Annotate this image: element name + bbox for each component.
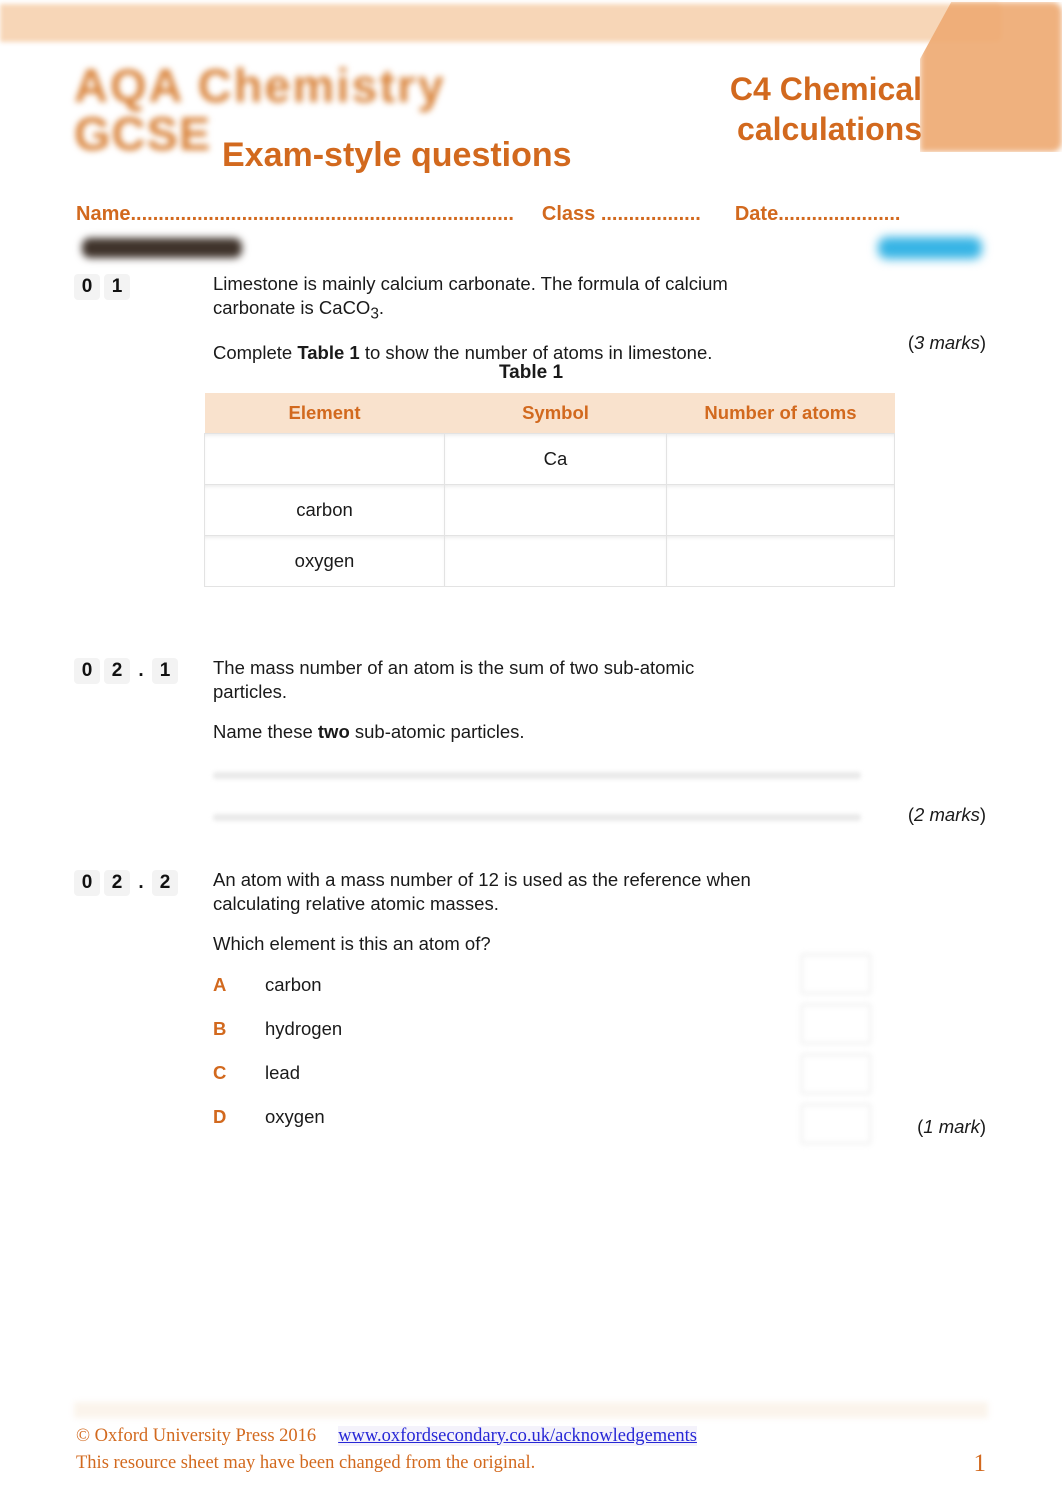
question-02-1-body: The mass number of an atom is the sum of… [213, 656, 813, 745]
page-title: C4 Chemical calculations [729, 71, 922, 147]
table1-cell-element[interactable]: carbon [204, 484, 445, 536]
instruction-post: to show the number of atoms in limestone… [359, 342, 713, 364]
redaction-mark-dark [82, 238, 242, 258]
qnum-digit: 1 [104, 274, 130, 300]
table1-col-element: Element [204, 393, 445, 434]
question-02-1-instruction: Name these two sub-atomic particles. [213, 720, 813, 744]
instruction-table-ref: Table 1 [297, 342, 360, 364]
question-01-stem: Limestone is mainly calcium carbonate. T… [213, 272, 813, 325]
table-row: Ca [204, 433, 895, 485]
header-decorative-band [0, 4, 1002, 42]
answer-checkbox[interactable] [801, 1004, 871, 1044]
option-letter-c: C [213, 1062, 227, 1083]
date-field-label[interactable]: Date...................... [735, 203, 901, 225]
table1-caption: Table 1 [498, 362, 564, 383]
question-01-stem-line2-post: . [378, 297, 385, 319]
option-letter-a: A [213, 974, 227, 995]
table1-col-atoms: Number of atoms [666, 393, 895, 434]
class-field-label[interactable]: Class .................. [542, 203, 701, 225]
footer: © Oxford University Press 2016 www.oxford… [76, 1423, 988, 1479]
answer-checkbox[interactable] [801, 1054, 871, 1094]
question-02-1-number: 0 2 . 1 [74, 658, 178, 684]
option-letter-b: B [213, 1018, 227, 1039]
option-label-b: hydrogen [265, 1018, 343, 1039]
table1-cell-element[interactable]: oxygen [204, 535, 445, 587]
name-field-label[interactable]: Name....................................… [76, 203, 514, 225]
answer-checkbox[interactable] [801, 1104, 871, 1144]
page-number: 1 [973, 1450, 987, 1477]
table1-col-symbol: Symbol [444, 393, 667, 434]
qnum-dot: . [138, 660, 144, 681]
qnum-digit: 2 [104, 870, 130, 896]
answer-checkbox[interactable] [801, 954, 871, 994]
instruction-emphasis: two [317, 721, 350, 743]
instruction-pre: Name these [213, 721, 318, 743]
question-02-2-body: An atom with a mass number of 12 is used… [213, 868, 833, 957]
table1-cell-symbol[interactable]: Ca [444, 433, 667, 485]
table1-cell-symbol[interactable] [444, 535, 667, 587]
qnum-digit: 0 [74, 274, 100, 300]
qnum-digit: 0 [74, 658, 100, 684]
answer-line[interactable] [213, 814, 861, 821]
table1-cell-symbol[interactable] [444, 484, 667, 536]
table1-cell-atoms[interactable] [666, 535, 895, 587]
footer-line-1: © Oxford University Press 2016 www.oxford… [76, 1423, 988, 1451]
masthead-subtitle: Exam-style questions [222, 136, 572, 174]
question-02-2-stem-line1: An atom with a mass number of 12 is used… [213, 869, 751, 890]
question-02-2-instruction: Which element is this an atom of? [213, 933, 491, 955]
qnum-digit: 2 [152, 870, 178, 896]
question-01-body: Limestone is mainly calcium carbonate. T… [213, 272, 813, 365]
table1-cell-atoms[interactable] [666, 484, 895, 536]
formula-subscript: 3 [370, 305, 379, 323]
question-01-marks-value: 3 marks [914, 332, 980, 353]
qnum-digit: 2 [104, 658, 130, 684]
copyright-text: © Oxford University Press 2016 [76, 1425, 317, 1446]
table-row: oxygen [204, 535, 895, 587]
question-02-1-stem-line2: particles. [213, 681, 288, 703]
logo-line-1: AQA Chemistry [74, 59, 446, 112]
qnum-dot: . [138, 872, 144, 893]
question-02-1-stem-line1: The mass number of an atom is the sum of… [213, 657, 695, 678]
table1-cell-element[interactable] [204, 433, 445, 485]
acknowledgements-link[interactable]: www.oxfordsecondary.co.uk/acknowledgemen… [338, 1425, 697, 1446]
masthead: AQA Chemistry GCSE Exam-style questions … [0, 48, 1062, 193]
question-02-1-marks-value: 2 marks [914, 804, 980, 825]
question-01-marks: (3 marks) [907, 332, 986, 353]
name-class-date-row: Name....................................… [76, 203, 988, 226]
qnum-digit: 1 [152, 658, 178, 684]
table1: Element Symbol Number of atoms Ca carbon… [204, 393, 895, 587]
answer-line[interactable] [213, 772, 861, 779]
question-02-2-stem: An atom with a mass number of 12 is used… [213, 868, 833, 916]
redaction-mark-blue [878, 237, 982, 259]
option-label-c: lead [265, 1062, 300, 1083]
answer-checkbox-column [801, 954, 871, 1154]
option-label-a: carbon [265, 974, 322, 995]
instruction-pre: Complete [213, 342, 298, 364]
option-label-d: oxygen [265, 1106, 325, 1127]
question-02-2-stem-line2: calculating relative atomic masses. [213, 893, 499, 915]
table-row: carbon [204, 484, 895, 536]
question-02-2-marks: (1 mark) [917, 1116, 986, 1137]
question-01-number: 0 1 [74, 274, 130, 300]
question-02-1-marks: (2 marks) [907, 804, 986, 825]
question-02-2-marks-value: 1 mark [923, 1116, 980, 1137]
question-01-stem-line2-pre: carbonate is CaCO [213, 297, 371, 319]
footer-decorative-smudge [74, 1402, 988, 1418]
question-02-1-stem: The mass number of an atom is the sum of… [213, 656, 813, 704]
footer-notice: This resource sheet may have been change… [76, 1453, 536, 1474]
table1-cell-atoms[interactable] [666, 433, 895, 485]
instruction-post: sub-atomic particles. [349, 721, 525, 743]
question-01-stem-line1: Limestone is mainly calcium carbonate. T… [213, 273, 728, 294]
qnum-digit: 0 [74, 870, 100, 896]
question-02-2-number: 0 2 . 2 [74, 870, 178, 896]
option-letter-d: D [213, 1106, 227, 1127]
table1-header-row: Element Symbol Number of atoms [204, 393, 895, 434]
